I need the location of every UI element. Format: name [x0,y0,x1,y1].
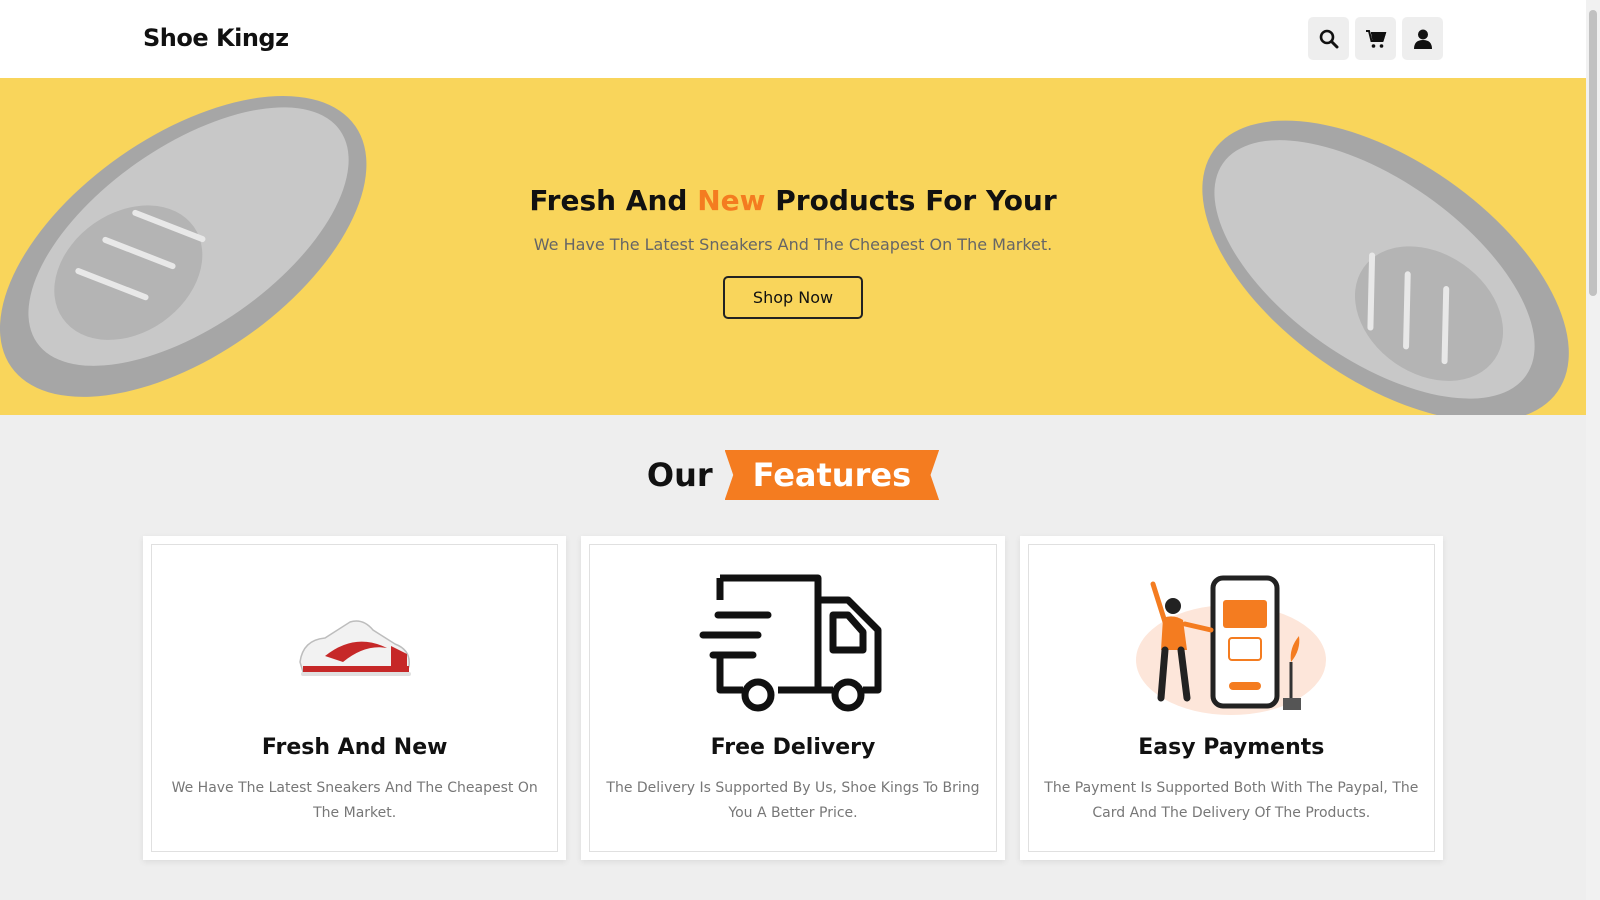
hero-banner: Fresh And New Products For Your We Have … [0,78,1586,415]
scrollbar-thumb[interactable] [1589,10,1597,296]
features-heading-tag: Features [724,450,940,500]
features-cards: Fresh And New We Have The Latest Sneaker… [143,536,1443,860]
feature-card-text: The Delivery Is Supported By Us, Shoe Ki… [606,780,980,821]
page-scrollbar[interactable] [1586,0,1600,900]
hero-title: Fresh And New Products For Your [529,184,1057,217]
site-logo[interactable]: Shoe Kingz [143,24,289,52]
search-icon [1319,29,1338,48]
cart-button[interactable] [1355,17,1396,60]
hero-content: Fresh And New Products For Your We Have … [0,184,1586,319]
hero-title-accent: New [697,184,766,217]
feature-card: Free Delivery The Delivery Is Supported … [581,536,1005,860]
feature-card-title: Fresh And New [261,735,448,760]
hero-subtitle: We Have The Latest Sneakers And The Chea… [533,235,1053,254]
site-header: Shoe Kingz [0,0,1586,78]
features-heading-plain: Our [646,456,713,494]
header-icon-group [1308,17,1443,60]
sneaker-image [295,565,415,725]
shop-now-button[interactable]: Shop Now [722,276,864,319]
feature-card: Easy Payments The Payment Is Supported B… [1019,536,1443,860]
delivery-truck-icon [698,565,888,725]
feature-card-text: We Have The Latest Sneakers And The Chea… [171,780,538,821]
feature-card-text: The Payment Is Supported Both With The P… [1044,780,1419,821]
feature-card-title: Easy Payments [1138,735,1325,760]
payment-illustration [1131,565,1331,725]
feature-card-title: Free Delivery [710,735,876,760]
features-heading: Our Features [0,450,1586,500]
account-button[interactable] [1402,17,1443,60]
cart-icon [1365,29,1386,48]
user-icon [1413,29,1432,49]
search-button[interactable] [1308,17,1349,60]
feature-card: Fresh And New We Have The Latest Sneaker… [143,536,567,860]
